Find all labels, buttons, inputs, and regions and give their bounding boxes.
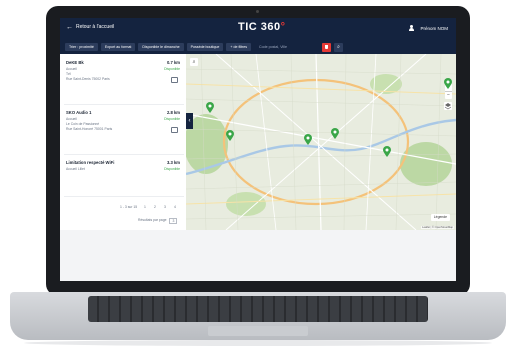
more-filters-button[interactable]: + de filtres bbox=[226, 43, 252, 51]
map-search-button[interactable]: ⌕ bbox=[190, 58, 198, 66]
app-logo: TIC 360° bbox=[238, 21, 286, 33]
item-line: Accueil bbox=[66, 117, 77, 121]
status-badge: Disponible bbox=[164, 167, 180, 171]
item-line: Accueil Lillet bbox=[66, 167, 85, 171]
layers-button[interactable] bbox=[444, 102, 452, 110]
collapse-panel-button[interactable]: ‹ bbox=[186, 113, 193, 129]
location-marker[interactable] bbox=[206, 102, 214, 113]
trash-icon bbox=[325, 45, 329, 49]
back-link[interactable]: ← Retour à l'accueil bbox=[66, 23, 115, 31]
item-distance: 3.3 km bbox=[166, 160, 180, 165]
location-marker[interactable] bbox=[444, 78, 452, 89]
item-line: Le Coin de Passionné bbox=[66, 122, 100, 126]
legend-button[interactable]: Légende bbox=[430, 214, 450, 221]
search-icon: ⌕ bbox=[192, 59, 196, 65]
per-page-select[interactable]: 3 bbox=[169, 218, 178, 224]
status-badge: Disponible bbox=[164, 117, 180, 121]
page-2[interactable]: 2 bbox=[154, 205, 156, 209]
pager-info: 1 - 3 sur 15 bbox=[120, 205, 138, 209]
item-distance: 0.7 km bbox=[166, 60, 180, 65]
shop-filter-button[interactable]: Possède boutique bbox=[186, 43, 224, 51]
item-line: Tél bbox=[66, 72, 71, 76]
location-marker[interactable] bbox=[331, 128, 339, 139]
pagination: 1 - 3 sur 15 1 2 3 4 bbox=[60, 204, 186, 212]
search-icon: ⌕ bbox=[337, 44, 340, 50]
location-marker[interactable] bbox=[383, 146, 391, 157]
item-title: Limitation respecté WiFi bbox=[66, 160, 115, 165]
trackpad bbox=[208, 326, 308, 336]
page-3[interactable]: 3 bbox=[164, 205, 166, 209]
results-list: DeKE Bk 0.7 km Accueil Tél Rue Saint-Den… bbox=[60, 54, 187, 230]
print-icon[interactable] bbox=[171, 127, 178, 133]
camera bbox=[256, 10, 259, 13]
list-item[interactable]: SKO Audio 1 2.8 km Accueil Le Coin de Pa… bbox=[64, 106, 184, 155]
zoom-out-button[interactable]: − bbox=[445, 92, 452, 99]
item-title: SKO Audio 1 bbox=[66, 110, 92, 115]
laptop-shadow bbox=[24, 340, 492, 346]
map-tiles bbox=[186, 54, 456, 230]
search-button[interactable]: ⌕ bbox=[334, 42, 344, 52]
item-address: Rue Saint-Denis 75002 Paris bbox=[66, 77, 110, 81]
layers-icon bbox=[444, 103, 452, 110]
per-page: Résultats par page 3 bbox=[138, 218, 178, 224]
top-bar: ← Retour à l'accueil TIC 360° Prénom NOM bbox=[60, 18, 456, 40]
map-attribution: Leaflet | © OpenStreetMap bbox=[421, 226, 454, 229]
export-button[interactable]: Export au format bbox=[100, 43, 136, 51]
chevron-left-icon: ‹ bbox=[188, 118, 191, 124]
user-name: Prénom NOM bbox=[420, 25, 448, 31]
filter-toolbar: Trier : proximité Export au format Dispo… bbox=[60, 40, 456, 54]
back-arrow-icon: ← bbox=[66, 23, 73, 31]
item-address: Rue Saint-Honoré 75001 Paris bbox=[66, 127, 113, 131]
user-menu[interactable]: Prénom NOM bbox=[409, 25, 448, 31]
delete-button[interactable] bbox=[322, 42, 332, 52]
back-label: Retour à l'accueil bbox=[76, 24, 115, 30]
keyboard bbox=[88, 296, 428, 322]
laptop-base bbox=[10, 292, 506, 340]
page-background bbox=[60, 230, 456, 281]
sunday-filter-button[interactable]: Disponible le dimanche bbox=[138, 43, 184, 51]
per-page-label: Résultats par page bbox=[138, 218, 167, 222]
logo-accent: ° bbox=[280, 21, 286, 33]
list-item[interactable]: Limitation respecté WiFi 3.3 km Accueil … bbox=[64, 156, 184, 197]
list-item[interactable]: DeKE Bk 0.7 km Accueil Tél Rue Saint-Den… bbox=[64, 56, 184, 105]
status-badge: Disponible bbox=[164, 67, 180, 71]
app-screen: ← Retour à l'accueil TIC 360° Prénom NOM… bbox=[60, 18, 456, 281]
page-4[interactable]: 4 bbox=[174, 205, 176, 209]
item-distance: 2.8 km bbox=[166, 110, 180, 115]
location-marker[interactable] bbox=[304, 134, 312, 145]
page-1[interactable]: 1 bbox=[144, 205, 146, 209]
logo-text: TIC 360 bbox=[238, 21, 281, 33]
print-icon[interactable] bbox=[171, 77, 178, 83]
item-line: Accueil bbox=[66, 67, 77, 71]
user-icon bbox=[409, 25, 415, 31]
location-marker[interactable] bbox=[226, 130, 234, 141]
map-view[interactable]: ⌕ + − Légende Leaflet | © OpenStreetMap bbox=[186, 54, 456, 230]
item-title: DeKE Bk bbox=[66, 60, 84, 65]
sort-button[interactable]: Trier : proximité bbox=[65, 43, 98, 51]
location-search-input[interactable]: Code postal, Ville bbox=[256, 43, 320, 51]
